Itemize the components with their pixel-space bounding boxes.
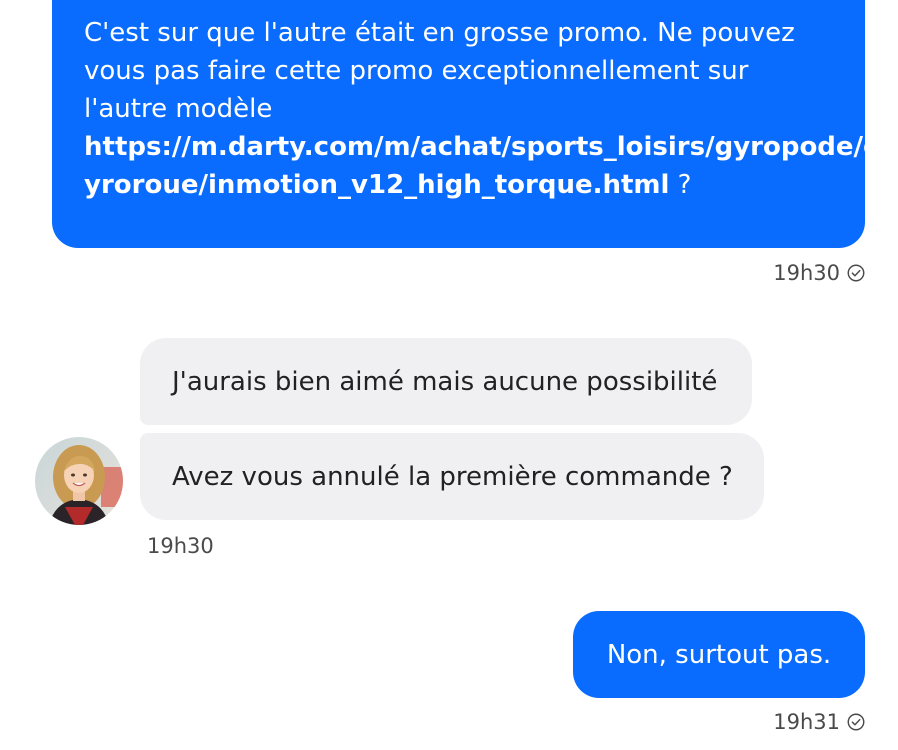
check-circle-icon <box>847 713 865 731</box>
incoming-message-bubble: J'aurais bien aimé mais aucune possibili… <box>140 338 752 425</box>
message-text-suffix: ? <box>669 170 692 200</box>
message-timestamp: 19h30 <box>773 261 840 285</box>
message-text: J'aurais bien aimé mais aucune possibili… <box>172 366 718 397</box>
message-link-line[interactable]: https://m.darty.com/m/achat/sports_loisi… <box>84 128 882 166</box>
product-link[interactable]: https://m.darty.com/m/achat/sports_loisi… <box>84 132 882 162</box>
message-link-line[interactable]: yroroue/inmotion_v12_high_torque.html ? <box>84 166 833 204</box>
agent-avatar <box>35 437 123 525</box>
message-text-line: vous pas faire cette promo exceptionnell… <box>84 56 749 86</box>
message-text-line: C'est sur que l'autre était en grosse pr… <box>84 18 795 48</box>
check-circle-icon <box>847 264 865 282</box>
message-text: Avez vous annulé la première commande ? <box>172 461 733 492</box>
product-link-continued[interactable]: yroroue/inmotion_v12_high_torque.html <box>84 170 669 200</box>
message-timestamp-row: 19h30 <box>773 261 865 285</box>
outgoing-message-bubble: Non, surtout pas. <box>573 611 865 698</box>
incoming-message-bubble: Avez vous annulé la première commande ? <box>140 433 764 520</box>
message-text-line: l'autre modèle <box>84 94 273 124</box>
message-text: Non, surtout pas. <box>606 639 832 670</box>
outgoing-message-bubble: C'est sur que l'autre était en grosse pr… <box>52 0 882 248</box>
agent-avatar-photo <box>35 437 123 525</box>
message-timestamp-row: 19h30 <box>147 534 214 558</box>
message-timestamp: 19h31 <box>773 710 840 734</box>
message-timestamp: 19h30 <box>147 534 214 558</box>
message-timestamp-row: 19h31 <box>773 710 865 734</box>
